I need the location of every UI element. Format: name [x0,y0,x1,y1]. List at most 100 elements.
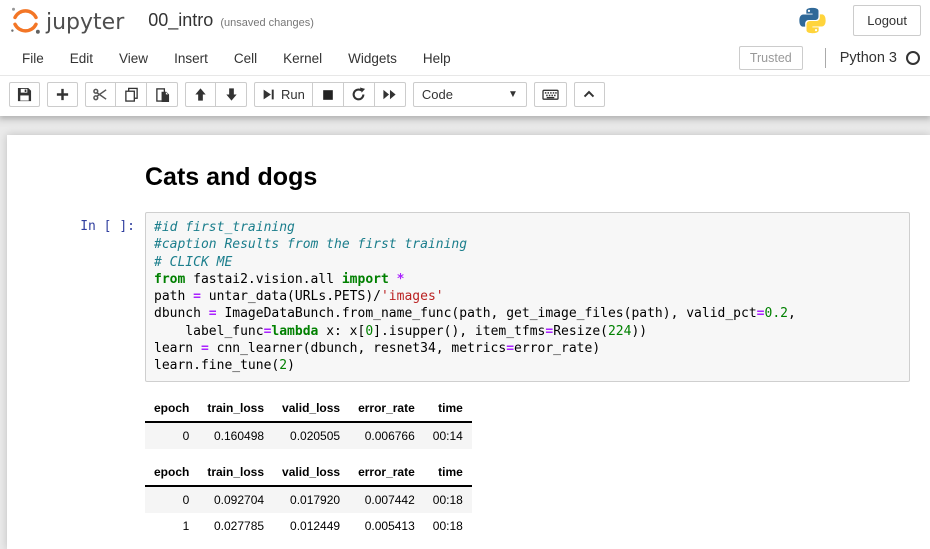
add-cell-button[interactable] [47,82,78,107]
table-header-cell: time [424,395,472,422]
paste-cell-button[interactable] [147,82,178,107]
cut-scissors-icon [93,87,108,102]
command-palette-button[interactable] [534,82,567,107]
table-cell: 0 [145,486,198,513]
restart-run-all-button[interactable] [375,82,406,107]
code-line: learn = cnn_learner(dbunch, resnet34, me… [154,340,901,357]
code-line: # CLICK ME [154,254,901,271]
menu-edit[interactable]: Edit [57,43,106,74]
notebook-heading: Cats and dogs [145,163,910,192]
table-cell: 0.017920 [273,486,349,513]
menu-cell[interactable]: Cell [221,43,270,74]
keyboard-icon [542,87,559,102]
table-cell: 00:18 [424,486,472,513]
copy-cell-button[interactable] [116,82,147,107]
table-cell: 0 [145,422,198,449]
cell-type-value: Code [422,87,453,102]
step-forward-icon [262,88,275,101]
notebook-site: Cats and dogs In [ ]: #id first_training… [0,116,930,543]
code-line: #caption Results from the first training [154,236,901,253]
arrow-down-icon [224,87,239,102]
output-prompt [12,391,145,549]
logout-button[interactable]: Logout [853,5,921,36]
fast-forward-icon [382,87,397,102]
scroll-up-button[interactable] [574,82,605,107]
table-cell: 0.020505 [273,422,349,449]
table-cell: 0.092704 [198,486,273,513]
titlebar-right: Logout [798,5,921,36]
jupyter-logo-icon [9,4,42,37]
menu-kernel[interactable]: Kernel [270,43,335,74]
table-cell: 00:14 [424,422,472,449]
move-cell-down-button[interactable] [216,82,247,107]
jupyter-wordmark: jupyter [46,12,124,37]
cell-type-select[interactable]: Code ▼ [413,82,527,107]
markdown-cell-prompt [12,150,145,202]
menu-insert[interactable]: Insert [161,43,221,74]
toolbar: Run Code ▼ [0,76,930,116]
table-row: 00.0927040.0179200.00744200:18 [145,486,472,513]
menu-bar: FileEditViewInsertCellKernelWidgetsHelp … [0,41,930,76]
table-header-cell: epoch [145,395,198,422]
arrow-up-icon [193,87,208,102]
table-header-cell: train_loss [198,395,273,422]
code-line: label_func=lambda x: x[0].isupper(), ite… [154,323,901,340]
menubar-right: Trusted Python 3 [739,46,921,70]
training-results-table: epochtrain_lossvalid_losserror_ratetime0… [145,459,472,539]
interrupt-kernel-button[interactable] [313,82,344,107]
paste-icon [155,87,170,102]
table-header-cell: valid_loss [273,395,349,422]
table-cell: 00:18 [424,513,472,539]
autosave-status: (unsaved changes) [220,17,314,29]
code-cell[interactable]: In [ ]: #id first_training#caption Resul… [7,207,930,387]
chevron-down-icon: ▼ [508,89,518,100]
kernel-separator [825,48,826,68]
table-header-cell: error_rate [349,459,424,486]
menu-file[interactable]: File [9,43,57,74]
markdown-cell[interactable]: Cats and dogs [7,145,930,207]
copy-icon [124,87,139,102]
menu-help[interactable]: Help [410,43,464,74]
table-header-cell: epoch [145,459,198,486]
code-line: learn.fine_tune(2) [154,357,901,374]
table-header-cell: error_rate [349,395,424,422]
output-area: epochtrain_lossvalid_losserror_ratetime0… [145,391,910,549]
code-input-area[interactable]: #id first_training#caption Results from … [145,212,910,382]
training-results-table: epochtrain_lossvalid_losserror_ratetime0… [145,395,472,449]
move-cell-up-button[interactable] [185,82,216,107]
table-cell: 0.007442 [349,486,424,513]
trusted-badge[interactable]: Trusted [739,46,803,70]
stop-icon [321,88,335,102]
kernel-idle-indicator-icon [905,50,921,66]
save-button[interactable] [9,82,40,107]
menu-widgets[interactable]: Widgets [335,43,410,74]
refresh-icon [351,87,366,102]
menu-view[interactable]: View [106,43,161,74]
table-cell: 0.012449 [273,513,349,539]
code-line: #id first_training [154,219,901,236]
plus-icon [55,87,70,102]
output-cell: epochtrain_lossvalid_losserror_ratetime0… [7,387,930,549]
code-line: path = untar_data(URLs.PETS)/'images' [154,288,901,305]
menu-items: FileEditViewInsertCellKernelWidgetsHelp [9,43,464,74]
table-header-cell: time [424,459,472,486]
table-cell: 0.006766 [349,422,424,449]
chevron-up-icon [582,88,596,101]
run-cell-button[interactable]: Run [254,82,313,107]
python-logo-icon [798,6,827,35]
table-cell: 1 [145,513,198,539]
notebook-title-group: 00_intro (unsaved changes) [148,10,314,31]
title-bar: jupyter 00_intro (unsaved changes) Logou… [0,0,930,41]
table-cell: 0.160498 [198,422,273,449]
code-line: from fastai2.vision.all import * [154,271,901,288]
table-row: 10.0277850.0124490.00541300:18 [145,513,472,539]
jupyter-logo[interactable]: jupyter [9,4,124,37]
save-icon [17,87,32,102]
restart-kernel-button[interactable] [344,82,375,107]
notebook-title[interactable]: 00_intro [148,10,213,31]
code-cell-prompt: In [ ]: [12,212,145,382]
table-header-cell: valid_loss [273,459,349,486]
header: jupyter 00_intro (unsaved changes) Logou… [0,0,930,116]
table-cell: 0.005413 [349,513,424,539]
cut-cell-button[interactable] [85,82,116,107]
